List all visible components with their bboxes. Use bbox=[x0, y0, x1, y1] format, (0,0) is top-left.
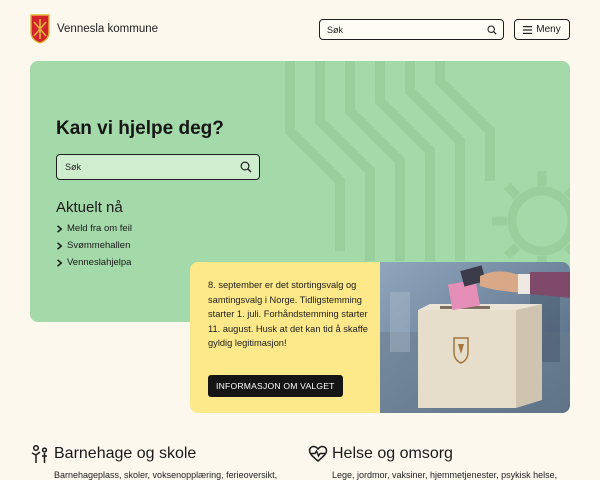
heart-pulse-icon bbox=[308, 445, 328, 462]
section-description: Lege, jordmor, vaksiner, hjemmetjenester… bbox=[332, 470, 558, 480]
aktuelt-list: Meld fra om feil Svømmehallen Venneslahj… bbox=[56, 220, 132, 271]
aktuelt-link[interactable]: Venneslahjelpa bbox=[56, 254, 132, 271]
section-barnehage-skole[interactable]: Barnehage og skole Barnehageplass, skole… bbox=[30, 444, 277, 480]
election-card: 8. september er det stortingsvalg og sam… bbox=[190, 262, 570, 413]
menu-button[interactable]: Meny bbox=[514, 19, 570, 40]
chevron-right-icon bbox=[57, 258, 63, 267]
aktuelt-link[interactable]: Meld fra om feil bbox=[56, 220, 132, 237]
search-icon[interactable] bbox=[487, 24, 497, 35]
section-helse-omsorg[interactable]: Helse og omsorg Lege, jordmor, vaksiner,… bbox=[308, 444, 557, 480]
hero-search-placeholder: Søk bbox=[65, 162, 82, 172]
election-card-text-panel: 8. september er det stortingsvalg og sam… bbox=[190, 262, 380, 413]
chevron-right-icon bbox=[57, 241, 63, 250]
site-logo[interactable]: Vennesla kommune bbox=[30, 14, 158, 44]
section-title: Barnehage og skole bbox=[54, 445, 197, 462]
aktuelt-heading: Aktuelt nå bbox=[56, 199, 123, 216]
aktuelt-link[interactable]: Svømmehallen bbox=[56, 237, 132, 254]
section-description: Barnehageplass, skoler, voksenopplæring,… bbox=[54, 470, 278, 480]
aktuelt-link-label: Meld fra om feil bbox=[67, 223, 132, 234]
election-info-button[interactable]: INFORMASJON OM VALGET bbox=[208, 375, 343, 397]
hero-search-input[interactable]: Søk bbox=[56, 154, 260, 180]
aktuelt-link-label: Venneslahjelpa bbox=[67, 257, 132, 268]
chevron-right-icon bbox=[57, 224, 63, 233]
hero-title: Kan vi hjelpe deg? bbox=[56, 118, 224, 139]
hamburger-icon bbox=[523, 25, 533, 34]
election-text: 8. september er det stortingsvalg og sam… bbox=[208, 280, 368, 348]
ballot-box-image bbox=[380, 262, 570, 413]
menu-label: Meny bbox=[536, 24, 561, 35]
people-icon bbox=[31, 444, 48, 463]
aktuelt-link-label: Svømmehallen bbox=[67, 240, 131, 251]
header-search-input[interactable]: Søk bbox=[319, 19, 504, 40]
section-title: Helse og omsorg bbox=[332, 445, 453, 462]
header-search-placeholder: Søk bbox=[327, 24, 344, 35]
logo-text: Vennesla kommune bbox=[57, 23, 159, 35]
search-icon[interactable] bbox=[240, 161, 252, 173]
coat-of-arms-icon bbox=[30, 14, 50, 44]
site-header: Vennesla kommune Søk Meny bbox=[0, 0, 600, 60]
